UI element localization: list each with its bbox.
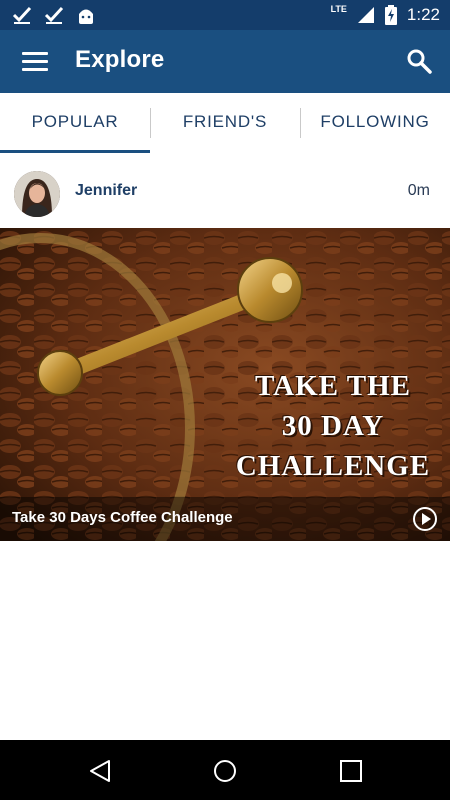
system-status: LTE 1:22	[331, 4, 440, 26]
post-media[interactable]: TAKE THE 30 DAY CHALLENGE Take 30 Days C…	[0, 228, 450, 541]
system-nav-bar	[0, 740, 450, 800]
image-text-line: CHALLENGE	[235, 450, 431, 482]
post-header: Jennifer 0m	[0, 153, 450, 228]
app-bar: Explore	[0, 30, 450, 93]
post-time: 0m	[407, 182, 430, 199]
author-name[interactable]: Jennifer	[75, 182, 137, 200]
tab-divider	[150, 108, 151, 138]
image-text-line: 30 DAY	[281, 410, 385, 442]
battery-charging-icon	[384, 5, 397, 25]
checkmark-icon	[12, 6, 32, 24]
caption-bar: Take 30 Days Coffee Challenge	[0, 497, 450, 541]
network-type: LTE	[330, 4, 347, 14]
image-text-block: TAKE THE 30 DAY CHALLENGE	[228, 366, 438, 486]
avatar-image	[14, 171, 60, 217]
tab-popular[interactable]: POPULAR	[0, 93, 150, 154]
play-circle-icon[interactable]	[412, 506, 438, 532]
status-bar: LTE 1:22	[0, 0, 450, 30]
checkmark-icon	[44, 6, 64, 24]
signal-icon	[357, 7, 374, 23]
recents-icon[interactable]	[338, 758, 364, 784]
home-icon[interactable]	[212, 758, 238, 784]
tab-bar: POPULAR FRIEND'S FOLLOWING	[0, 93, 450, 154]
tab-friends[interactable]: FRIEND'S	[150, 93, 300, 153]
back-icon[interactable]	[87, 758, 113, 784]
hamburger-menu-icon[interactable]	[22, 52, 48, 72]
avatar[interactable]	[14, 171, 60, 217]
tab-divider	[300, 108, 301, 138]
tab-following[interactable]: FOLLOWING	[300, 93, 450, 153]
post-caption: Take 30 Days Coffee Challenge	[12, 509, 233, 526]
android-icon	[79, 9, 93, 24]
clock: 1:22	[406, 5, 440, 24]
notification-icons	[12, 5, 96, 25]
search-icon[interactable]	[406, 48, 432, 74]
page-title: Explore	[75, 46, 165, 73]
image-text-line: TAKE THE	[254, 370, 411, 402]
